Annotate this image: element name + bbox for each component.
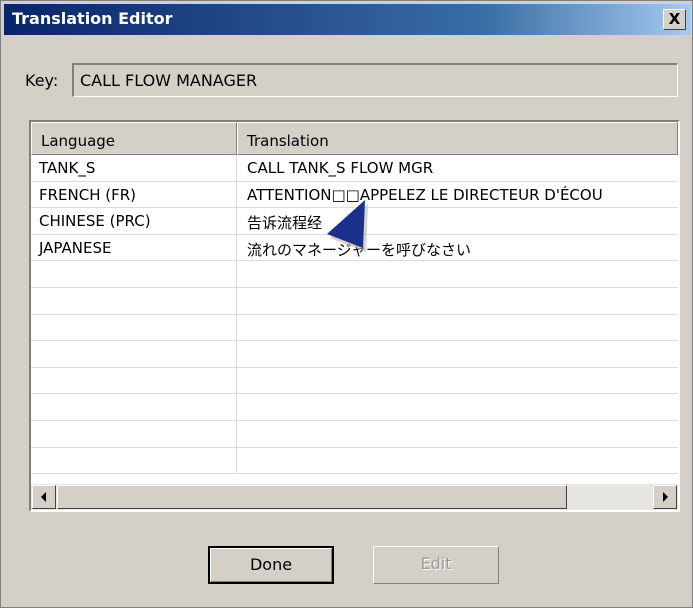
column-header-language[interactable]: Language — [31, 122, 237, 155]
window-title: Translation Editor — [12, 9, 173, 28]
language-cell — [31, 394, 237, 420]
table-row[interactable] — [31, 394, 678, 421]
translation-cell — [237, 288, 678, 314]
table-row[interactable] — [31, 367, 678, 395]
table-row[interactable] — [31, 341, 678, 368]
done-button[interactable]: Done — [208, 546, 334, 584]
close-button[interactable]: X — [663, 9, 686, 30]
translation-cell: 流れのマネージャーを呼びなさい — [247, 240, 471, 259]
translation-cell — [237, 421, 678, 447]
table-row[interactable] — [31, 420, 678, 448]
translation-cell — [237, 261, 678, 287]
language-cell — [31, 287, 237, 314]
scroll-left-button[interactable] — [32, 485, 56, 509]
scroll-left-arrow-icon — [41, 492, 46, 502]
scroll-right-arrow-icon — [663, 492, 668, 502]
language-cell — [31, 261, 237, 287]
language-cell: JAPANESE — [31, 234, 237, 261]
table-row[interactable] — [31, 447, 678, 475]
language-cell — [31, 420, 237, 447]
title-bar[interactable]: Translation Editor X — [4, 4, 691, 35]
list-rows: TANK_S CALL TANK_S FLOW MGR FRENCH (FR) ATT… — [31, 155, 678, 475]
scroll-right-button[interactable] — [653, 485, 677, 509]
table-row[interactable] — [31, 261, 678, 288]
language-cell — [31, 341, 237, 367]
translation-editor-dialog: Translation Editor X Key: CALL FLOW MANA… — [0, 0, 693, 608]
scroll-thumb[interactable] — [57, 485, 567, 509]
translation-cell — [237, 341, 678, 367]
language-cell — [31, 367, 237, 394]
horizontal-scrollbar[interactable] — [31, 484, 678, 510]
translation-cell — [237, 315, 678, 341]
table-row[interactable]: CHINESE (PRC) 告诉流程经 — [31, 208, 678, 235]
key-value: CALL FLOW MANAGER — [80, 71, 258, 90]
language-cell: TANK_S — [31, 155, 237, 181]
key-label: Key: — [25, 71, 59, 90]
translation-cell — [237, 448, 678, 474]
language-cell — [31, 447, 237, 474]
language-cell — [31, 314, 237, 341]
edit-button[interactable]: Edit — [373, 546, 499, 584]
translation-cell: ATTENTION□□APPELEZ LE DIRECTEUR D'ÉCOU — [247, 185, 603, 204]
column-header-translation[interactable]: Translation — [237, 122, 678, 155]
key-field: CALL FLOW MANAGER — [72, 63, 678, 97]
close-icon: X — [668, 10, 681, 28]
table-row[interactable]: FRENCH (FR) ATTENTION□□APPELEZ LE DIRECTE… — [31, 181, 678, 209]
table-row[interactable] — [31, 287, 678, 315]
translation-cell — [237, 368, 678, 394]
table-row[interactable]: JAPANESE 流れのマネージャーを呼びなさい — [31, 234, 678, 262]
translation-cell: CALL TANK_S FLOW MGR — [247, 159, 434, 177]
table-row[interactable]: TANK_S CALL TANK_S FLOW MGR — [31, 155, 678, 182]
translation-cell: 告诉流程经 — [247, 214, 323, 233]
language-cell: CHINESE (PRC) — [31, 208, 237, 234]
translation-list[interactable]: Language Translation TANK_S CALL TANK_S F… — [29, 120, 680, 512]
translation-cell — [237, 394, 678, 420]
list-header: Language Translation — [31, 122, 678, 155]
language-cell: FRENCH (FR) — [31, 181, 237, 208]
table-row[interactable] — [31, 314, 678, 342]
